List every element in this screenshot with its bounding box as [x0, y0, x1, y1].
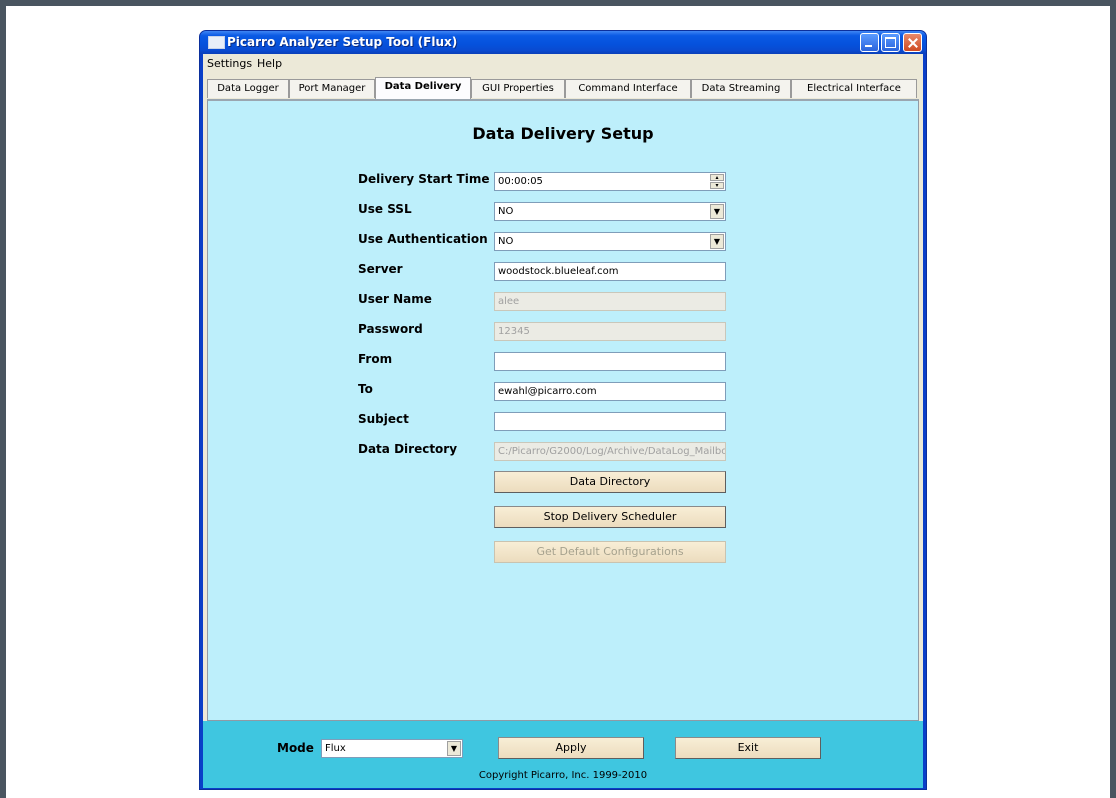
- data-directory-input: C:/Picarro/G2000/Log/Archive/DataLog_Mai…: [494, 442, 726, 461]
- page-title: Data Delivery Setup: [472, 124, 654, 143]
- user-name-label: User Name: [358, 292, 432, 306]
- screen-frame: Picarro Analyzer Setup Tool (Flux) Setti…: [0, 0, 1116, 798]
- tab-command-interface[interactable]: Command Interface: [565, 79, 691, 98]
- exit-button[interactable]: Exit: [675, 737, 821, 759]
- from-label: From: [358, 352, 393, 366]
- subject-label: Subject: [358, 412, 409, 426]
- use-authentication-label: Use Authentication: [358, 232, 488, 246]
- get-default-configurations-button: Get Default Configurations: [494, 541, 726, 563]
- use-authentication-select[interactable]: NO ▼: [494, 232, 726, 251]
- tab-data-streaming[interactable]: Data Streaming: [691, 79, 791, 98]
- server-input[interactable]: woodstock.blueleaf.com: [494, 262, 726, 281]
- server-label: Server: [358, 262, 403, 276]
- window-client-area: Settings Help Data Logger Port Manager D…: [203, 54, 923, 788]
- app-window: Picarro Analyzer Setup Tool (Flux) Setti…: [199, 30, 927, 790]
- from-input[interactable]: [494, 352, 726, 371]
- spin-up-icon[interactable]: ▴: [710, 174, 724, 181]
- data-directory-button[interactable]: Data Directory: [494, 471, 726, 493]
- subject-input[interactable]: [494, 412, 726, 431]
- data-directory-label: Data Directory: [358, 442, 458, 456]
- stop-delivery-scheduler-button[interactable]: Stop Delivery Scheduler: [494, 506, 726, 528]
- password-label: Password: [358, 322, 423, 336]
- tab-gui-properties[interactable]: GUI Properties: [471, 79, 565, 98]
- delivery-start-time-field[interactable]: 00:00:05 ▴ ▾: [494, 172, 726, 191]
- use-ssl-label: Use SSL: [358, 202, 412, 216]
- menu-help[interactable]: Help: [257, 57, 282, 70]
- minimize-button[interactable]: [860, 33, 879, 52]
- to-input[interactable]: ewahl@picarro.com: [494, 382, 726, 401]
- use-ssl-select[interactable]: NO ▼: [494, 202, 726, 221]
- use-authentication-value: NO: [498, 236, 514, 247]
- time-spinner: ▴ ▾: [710, 174, 724, 189]
- maximize-button[interactable]: [881, 33, 900, 52]
- chevron-down-icon[interactable]: ▼: [447, 741, 461, 756]
- title-bar[interactable]: Picarro Analyzer Setup Tool (Flux): [200, 31, 926, 54]
- app-icon: [208, 36, 225, 49]
- close-button[interactable]: [903, 33, 922, 52]
- mode-label: Mode: [277, 741, 314, 755]
- menu-settings[interactable]: Settings: [207, 57, 252, 70]
- tab-data-delivery[interactable]: Data Delivery: [375, 77, 471, 99]
- use-ssl-value: NO: [498, 206, 514, 217]
- window-title: Picarro Analyzer Setup Tool (Flux): [227, 35, 458, 49]
- password-input: 12345: [494, 322, 726, 341]
- chevron-down-icon[interactable]: ▼: [710, 234, 724, 249]
- footer-bar: Mode Flux ▼ Apply Exit Copyright Picarro…: [203, 721, 923, 788]
- mode-value: Flux: [325, 743, 346, 754]
- tab-strip: Data Logger Port Manager Data Delivery G…: [207, 77, 919, 99]
- menu-bar: Settings Help: [203, 54, 923, 74]
- mode-select[interactable]: Flux ▼: [321, 739, 463, 758]
- apply-button[interactable]: Apply: [498, 737, 644, 759]
- delivery-start-time-label: Delivery Start Time: [358, 172, 490, 186]
- user-name-input: alee: [494, 292, 726, 311]
- delivery-start-time-value: 00:00:05: [498, 176, 543, 187]
- tab-electrical-interface[interactable]: Electrical Interface: [791, 79, 917, 98]
- data-delivery-panel: Data Delivery Setup Delivery Start Time …: [207, 99, 919, 721]
- tab-data-logger[interactable]: Data Logger: [207, 79, 289, 98]
- spin-down-icon[interactable]: ▾: [710, 182, 724, 189]
- to-label: To: [358, 382, 373, 396]
- chevron-down-icon[interactable]: ▼: [710, 204, 724, 219]
- tab-port-manager[interactable]: Port Manager: [289, 79, 375, 98]
- copyright-text: Copyright Picarro, Inc. 1999-2010: [478, 770, 648, 781]
